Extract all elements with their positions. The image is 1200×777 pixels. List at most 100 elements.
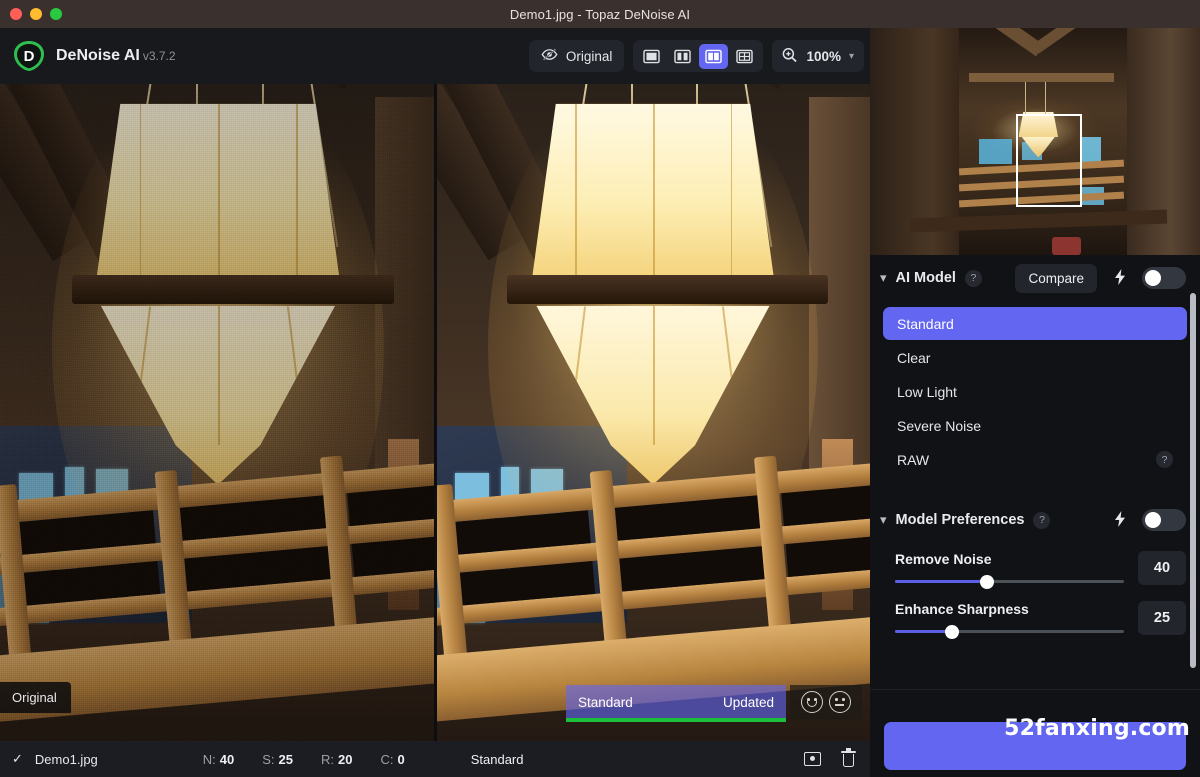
- model-preferences-help-icon[interactable]: ?: [1033, 511, 1051, 529]
- delete-icon[interactable]: [841, 748, 856, 768]
- navigator-preview[interactable]: [870, 28, 1200, 255]
- zoom-level-value: 100%: [806, 48, 841, 64]
- brand-name: DeNoise AI: [56, 47, 140, 64]
- apply-button[interactable]: [884, 722, 1186, 770]
- chevron-down-icon: ▾: [848, 50, 854, 62]
- close-button[interactable]: [10, 8, 22, 20]
- model-option-label: RAW: [897, 451, 930, 468]
- app-toolbar: D DeNoise AI v3.7.2 Original 100% ▾: [0, 28, 870, 84]
- original-photo: [0, 84, 436, 741]
- raw-help-icon[interactable]: ?: [1156, 451, 1173, 468]
- preview-icon[interactable]: [804, 752, 821, 766]
- model-option-raw[interactable]: RAW ?: [883, 443, 1187, 476]
- ai-model-help-icon[interactable]: ?: [964, 269, 982, 287]
- preview-status-label: Updated: [722, 694, 774, 710]
- stat-sharpness: S: 25: [262, 752, 293, 767]
- model-option-label: Severe Noise: [897, 417, 982, 434]
- navigator-viewport-rectangle[interactable]: [1016, 114, 1082, 207]
- zoom-level-dropdown[interactable]: 100% ▾: [772, 40, 864, 72]
- right-panel: ▾ AI Model ? Compare Standard Clear Low …: [870, 28, 1200, 777]
- view-mode-split[interactable]: [668, 44, 697, 69]
- svg-text:D: D: [24, 48, 35, 65]
- topaz-logo-icon: D: [12, 39, 46, 73]
- preview-model-label: Standard: [578, 694, 633, 710]
- stat-sharpness-value: 25: [278, 751, 294, 767]
- original-overlay-label: Original: [0, 682, 71, 713]
- model-preferences-section-header: ▾ Model Preferences ?: [870, 497, 1200, 543]
- panel-settings-scroll[interactable]: ▾ AI Model ? Compare Standard Clear Low …: [870, 255, 1200, 689]
- brand-logo-group: D DeNoise AI v3.7.2: [12, 39, 176, 73]
- enhance-sharpness-value[interactable]: 25: [1138, 601, 1186, 635]
- toggle-original-button[interactable]: Original: [528, 40, 625, 72]
- status-model: Standard: [470, 751, 524, 767]
- chevron-down-icon[interactable]: ▾: [880, 512, 887, 528]
- maximize-button[interactable]: [50, 8, 62, 20]
- original-button-label: Original: [565, 48, 613, 64]
- model-option-low-light[interactable]: Low Light: [883, 375, 1187, 408]
- minimize-button[interactable]: [30, 8, 42, 20]
- stat-noise-value: 40: [219, 751, 235, 767]
- model-option-label: Low Light: [897, 383, 957, 400]
- model-option-standard[interactable]: Standard: [883, 307, 1187, 340]
- panel-footer: [870, 689, 1200, 777]
- processed-image-pane[interactable]: [436, 84, 870, 741]
- stat-recover-value: 20: [338, 751, 353, 767]
- panel-scrollbar[interactable]: [1190, 293, 1196, 668]
- toolbar-controls: Original 100% ▾: [528, 40, 864, 72]
- smiley-face-icon[interactable]: [801, 691, 823, 713]
- ai-model-list: Standard Clear Low Light Severe Noise RA…: [870, 301, 1200, 479]
- view-mode-single[interactable]: [637, 44, 666, 69]
- remove-noise-slider[interactable]: [895, 574, 1124, 589]
- stat-recover: R: 20: [321, 752, 352, 767]
- model-option-label: Standard: [897, 315, 954, 332]
- status-filename: Demo1.jpg: [34, 751, 98, 767]
- preview-status-bar: Standard Updated: [566, 685, 786, 719]
- auto-lightning-icon: [1114, 510, 1126, 530]
- ai-model-title: AI Model: [895, 270, 956, 286]
- model-option-label: Clear: [897, 349, 931, 366]
- remove-noise-label: Remove Noise: [895, 551, 992, 567]
- stat-recover-key: R:: [321, 751, 335, 767]
- window-controls: [10, 0, 62, 28]
- model-preferences-auto-toggle[interactable]: [1142, 509, 1186, 531]
- stat-sharpness-key: S:: [262, 751, 275, 767]
- brand-version: v3.7.2: [142, 49, 176, 63]
- original-image-pane[interactable]: Original: [0, 84, 436, 741]
- auto-lightning-icon: [1114, 268, 1126, 288]
- remove-noise-slider-thumb[interactable]: [979, 574, 994, 589]
- status-bar-icons: [804, 748, 856, 768]
- model-option-clear[interactable]: Clear: [883, 341, 1187, 374]
- view-mode-side-by-side[interactable]: [699, 43, 729, 69]
- eye-slash-icon: [541, 47, 558, 65]
- file-checkbox[interactable]: ✓: [12, 751, 23, 767]
- remove-noise-row: Remove Noise 40: [870, 543, 1200, 589]
- status-bar: ✓ Demo1.jpg N: 40 S: 25 R: 20 C: 0 Stand…: [0, 741, 870, 777]
- model-option-severe-noise[interactable]: Severe Noise: [883, 409, 1187, 442]
- window-title: Demo1.jpg - Topaz DeNoise AI: [509, 6, 691, 22]
- pane-divider[interactable]: [434, 84, 437, 741]
- neutral-face-icon[interactable]: [829, 691, 851, 713]
- window-titlebar: Demo1.jpg - Topaz DeNoise AI: [0, 0, 1200, 28]
- lantern: [71, 103, 394, 485]
- stat-color-key: C:: [380, 751, 394, 767]
- stat-color-value: 0: [397, 751, 405, 767]
- denoise-ai-window: Demo1.jpg - Topaz DeNoise AI D DeNoise A…: [0, 0, 1200, 777]
- preview-progress-bar: [566, 718, 786, 722]
- processed-photo: [436, 84, 870, 741]
- enhance-sharpness-slider-thumb[interactable]: [945, 624, 960, 639]
- image-comparison-canvas[interactable]: Original Standard Updated: [0, 84, 870, 741]
- feedback-buttons: [790, 685, 862, 719]
- stat-noise-key: N:: [202, 751, 216, 767]
- remove-noise-value[interactable]: 40: [1138, 551, 1186, 585]
- stat-color: C: 0: [380, 752, 404, 767]
- chevron-down-icon[interactable]: ▾: [880, 270, 887, 286]
- ai-model-auto-toggle[interactable]: [1142, 267, 1186, 289]
- zoom-in-icon: [781, 47, 798, 66]
- compare-button[interactable]: Compare: [1015, 263, 1097, 293]
- model-preferences-title: Model Preferences: [895, 512, 1025, 528]
- view-mode-segmented-control: [633, 40, 764, 72]
- enhance-sharpness-slider[interactable]: [895, 624, 1124, 639]
- view-mode-grid[interactable]: [730, 44, 759, 69]
- stat-noise: N: 40: [203, 752, 234, 767]
- enhance-sharpness-label: Enhance Sharpness: [895, 601, 1029, 617]
